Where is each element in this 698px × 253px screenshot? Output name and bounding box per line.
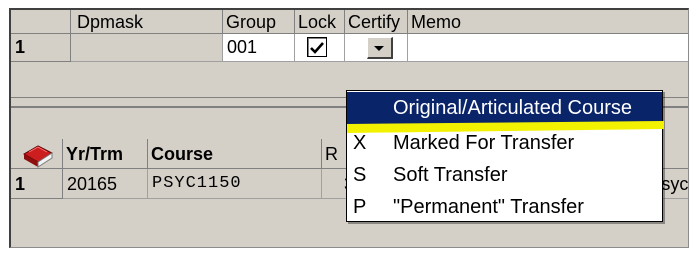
column-header-dpmask[interactable]: Dpmask bbox=[71, 10, 223, 34]
lock-cell bbox=[295, 34, 345, 62]
course-row-number[interactable]: 1 bbox=[11, 169, 63, 199]
column-header-dpmask-label: Dpmask bbox=[77, 12, 144, 32]
option-label: Marked For Transfer bbox=[393, 132, 575, 154]
column-header-partial-label: R bbox=[325, 144, 338, 164]
yr-trm-value: 20165 bbox=[67, 174, 118, 194]
dropdown-option-permanent[interactable]: P "Permanent" Transfer bbox=[347, 191, 662, 223]
column-header-yr-trm[interactable]: Yr/Trm bbox=[63, 139, 148, 169]
dropdown-option-marked[interactable]: X Marked For Transfer bbox=[347, 127, 662, 159]
checkmark-icon bbox=[310, 42, 324, 54]
column-header-course[interactable]: Course bbox=[148, 139, 322, 169]
certify-dropdown-button[interactable] bbox=[367, 37, 393, 59]
option-key: S bbox=[353, 164, 367, 186]
column-header-certify-label: Certify bbox=[348, 12, 401, 32]
course-value: PSYC1150 bbox=[152, 174, 242, 193]
dropdown-option-soft[interactable]: S Soft Transfer bbox=[347, 159, 662, 191]
option-label: Soft Transfer bbox=[393, 164, 508, 186]
grid-corner-cell bbox=[11, 10, 71, 34]
group-value: 001 bbox=[227, 37, 258, 57]
column-header-lock-label: Lock bbox=[298, 12, 337, 32]
certify-cell bbox=[345, 34, 408, 62]
chevron-down-icon bbox=[374, 46, 384, 51]
course-row-number-label: 1 bbox=[15, 174, 26, 194]
column-header-course-label: Course bbox=[151, 144, 214, 164]
book-icon[interactable] bbox=[21, 140, 55, 168]
column-header-group[interactable]: Group bbox=[223, 10, 295, 34]
column-header-yr-trm-label: Yr/Trm bbox=[66, 144, 124, 164]
option-key: X bbox=[353, 132, 367, 154]
course-grid-corner bbox=[11, 139, 63, 169]
certify-dropdown-list: Original/Articulated Course X Marked For… bbox=[346, 90, 664, 223]
lock-checkbox[interactable] bbox=[307, 37, 327, 57]
option-label: "Permanent" Transfer bbox=[393, 196, 584, 218]
option-key: P bbox=[353, 196, 367, 218]
column-header-lock[interactable]: Lock bbox=[295, 10, 345, 34]
row-number[interactable]: 1 bbox=[11, 34, 71, 62]
column-header-group-label: Group bbox=[226, 12, 277, 32]
yr-trm-cell[interactable]: 20165 bbox=[63, 169, 148, 199]
row-number-label: 1 bbox=[15, 37, 26, 57]
memo-cell[interactable] bbox=[408, 34, 688, 62]
column-header-certify[interactable]: Certify bbox=[345, 10, 408, 34]
course-cell[interactable]: PSYC1150 bbox=[148, 169, 322, 199]
group-cell[interactable]: 001 bbox=[223, 34, 295, 62]
column-header-memo-label: Memo bbox=[411, 12, 462, 32]
dpmask-cell[interactable] bbox=[71, 34, 223, 62]
column-header-memo[interactable]: Memo bbox=[408, 10, 688, 34]
